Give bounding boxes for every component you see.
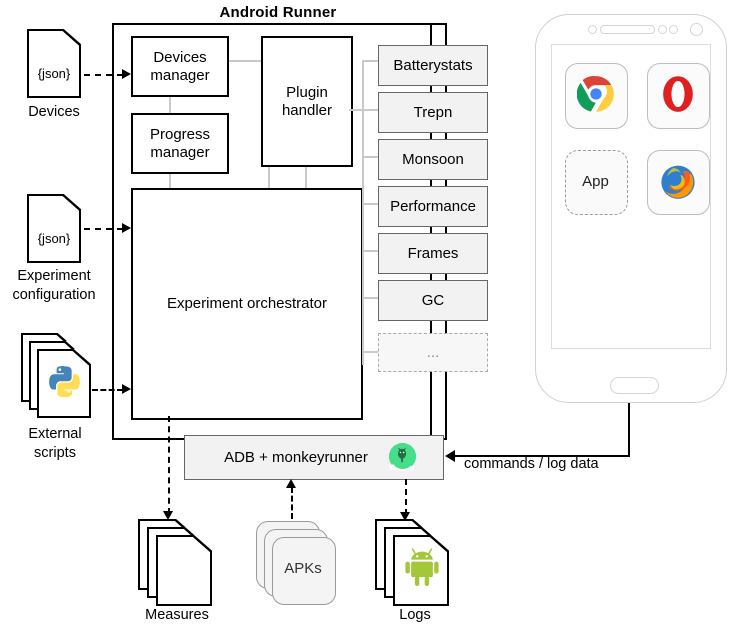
- apk-stack-label: APKs: [284, 560, 322, 577]
- python-glyph-icon: [49, 366, 80, 397]
- phone-home-button[interactable]: [610, 377, 659, 394]
- scripts-edge-arrowhead: [122, 384, 131, 394]
- plugin-spine-5: [430, 319, 432, 333]
- measures-edge: [168, 416, 170, 514]
- plugin-bus-v: [362, 60, 364, 365]
- logs-edge: [405, 479, 407, 515]
- android-robot-icon: [405, 548, 439, 586]
- config-to-runner-edge: [84, 228, 123, 230]
- chrome-icon: [577, 76, 614, 112]
- module-devices-manager[interactable]: Devices manager: [131, 36, 229, 97]
- scripts-to-runner-edge: [92, 389, 123, 391]
- input-label-devices: Devices: [28, 103, 80, 120]
- devices-edge-arrowhead: [122, 69, 131, 79]
- module-progress-manager[interactable]: Progress manager: [131, 113, 229, 174]
- plugin-more[interactable]: ...: [378, 333, 488, 372]
- placeholder-app-label: App: [582, 173, 609, 190]
- phone-speaker-slot: [600, 25, 655, 34]
- plugin-batterystats[interactable]: Batterystats: [378, 45, 488, 86]
- module-plugin-handler[interactable]: Plugin handler: [261, 36, 353, 167]
- plugin-spine-6: [430, 370, 432, 436]
- plugin-gc[interactable]: GC: [378, 280, 488, 321]
- plugin-stub-3: [362, 203, 378, 205]
- phone-sensor-dot-left: [588, 25, 597, 34]
- edge-label-commands-log-data: commands / log data: [464, 456, 599, 472]
- plugin-stub-1: [362, 109, 378, 111]
- plugin-stub-4: [362, 250, 378, 252]
- plugin-column-top-feed: [430, 23, 432, 45]
- output-label-measures: Measures: [145, 606, 209, 623]
- phone-camera-lens: [690, 23, 703, 36]
- plugin-stub-6: [362, 351, 378, 353]
- apks-edge: [291, 487, 293, 519]
- android-studio-icon: [388, 442, 417, 471]
- phone-sensor-dot-a: [658, 25, 667, 34]
- plugin-trepn[interactable]: Trepn: [378, 92, 488, 133]
- devices-to-runner-edge: [84, 74, 123, 76]
- input-label-experiment-configuration: Experiment configuration: [12, 268, 96, 303]
- commands-edge-arrowhead: [445, 450, 455, 462]
- plugin-stub-2: [362, 156, 378, 158]
- plugin-stub-0: [362, 60, 378, 62]
- plugin-performance[interactable]: Performance: [378, 186, 488, 227]
- plugin-frames[interactable]: Frames: [378, 233, 488, 274]
- config-edge-arrowhead: [122, 223, 131, 233]
- phone-sensor-dot-b: [669, 25, 678, 34]
- firefox-icon: [661, 165, 695, 199]
- page-title: Android Runner: [219, 3, 337, 21]
- document-stack-icon: [156, 535, 212, 606]
- devices-doc-text: {json}: [37, 65, 71, 81]
- output-label-logs: Logs: [399, 606, 431, 623]
- input-label-external-scripts: External scripts: [28, 426, 82, 461]
- plugin-stub-5: [362, 297, 378, 299]
- experiment-config-doc-text: {json}: [37, 230, 71, 246]
- apks-edge-arrowhead: [286, 479, 296, 488]
- plugin-monsoon[interactable]: Monsoon: [378, 139, 488, 180]
- opera-icon: [663, 76, 693, 112]
- module-experiment-orchestrator[interactable]: Experiment orchestrator: [131, 188, 363, 420]
